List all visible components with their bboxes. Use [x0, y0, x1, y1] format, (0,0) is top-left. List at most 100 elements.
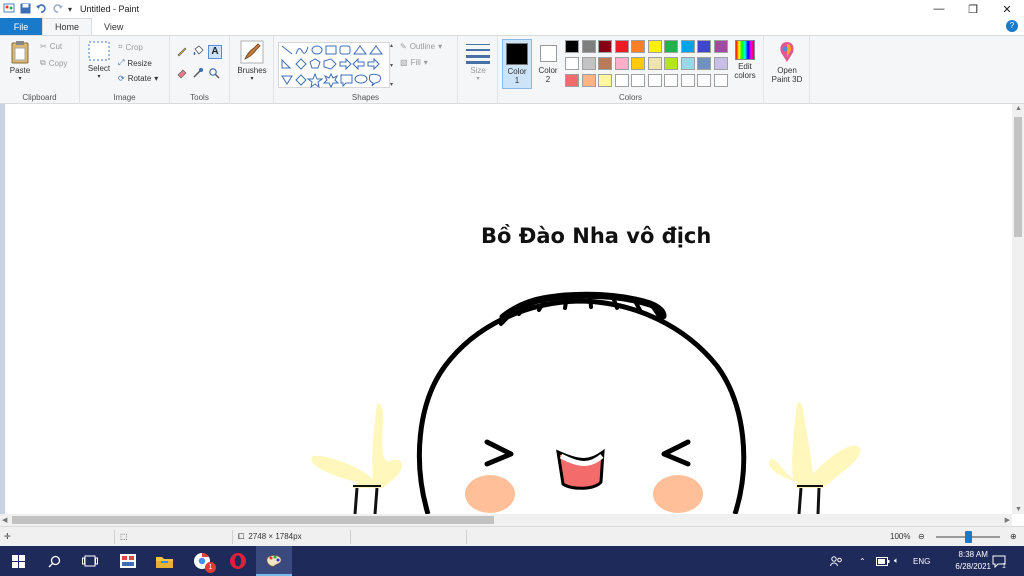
- show-hidden-icons-chevron-icon[interactable]: ⌃: [859, 546, 866, 576]
- palette-swatch[interactable]: [614, 40, 629, 53]
- brushes-button[interactable]: Brushes ▾: [234, 40, 270, 82]
- palette-swatch[interactable]: [565, 40, 579, 53]
- tab-file[interactable]: File: [0, 18, 42, 35]
- shapes-scroll-up-icon[interactable]: ▴: [390, 42, 398, 49]
- zoom-slider-thumb[interactable]: [965, 531, 972, 543]
- action-center-icon[interactable]: 1: [992, 546, 1010, 576]
- palette-swatch[interactable]: [581, 74, 596, 87]
- text-tool-icon[interactable]: A: [208, 45, 222, 59]
- scroll-down-arrow-icon[interactable]: ▼: [1015, 506, 1022, 513]
- volume-icon[interactable]: 🔈︎: [894, 546, 899, 576]
- palette-swatch[interactable]: [598, 57, 612, 70]
- palette-swatch[interactable]: [631, 40, 645, 53]
- save-icon[interactable]: [20, 3, 31, 16]
- shapes-scroll-down-icon[interactable]: ▾: [390, 62, 398, 69]
- zoom-level-label: 100%: [890, 532, 911, 541]
- redo-icon[interactable]: [52, 3, 63, 16]
- crop-icon: ⌗: [118, 42, 123, 51]
- brushes-group: Brushes ▾: [230, 36, 274, 104]
- palette-swatch[interactable]: [664, 74, 678, 87]
- snipping-tool-icon[interactable]: [110, 546, 146, 576]
- pencil-icon[interactable]: [176, 45, 192, 59]
- size-label: Size: [470, 66, 486, 75]
- paint-taskbar-icon[interactable]: [256, 546, 292, 576]
- palette-swatch[interactable]: [713, 74, 728, 87]
- palette-swatch[interactable]: [697, 74, 711, 87]
- crop-button[interactable]: ⌗ Crop: [118, 42, 143, 52]
- size-button[interactable]: Size ▾: [462, 42, 494, 82]
- tab-view[interactable]: View: [92, 18, 135, 35]
- ribbon-tabs: File Home View ?: [0, 18, 1024, 35]
- palette-swatch[interactable]: [680, 57, 695, 70]
- palette-swatch[interactable]: [631, 57, 645, 70]
- palette-swatch[interactable]: [565, 74, 579, 87]
- palette-swatch[interactable]: [713, 57, 728, 70]
- fill-bucket-icon[interactable]: [192, 45, 208, 59]
- color1-button[interactable]: Color 1: [502, 39, 532, 89]
- zoom-in-icon[interactable]: ⊕: [1010, 527, 1017, 546]
- palette-swatch[interactable]: [697, 40, 711, 53]
- palette-swatch[interactable]: [647, 57, 662, 70]
- palette-swatch[interactable]: [614, 74, 629, 87]
- close-button[interactable]: ✕: [990, 0, 1024, 18]
- rotate-button[interactable]: ⟳ Rotate ▾: [118, 74, 158, 83]
- battery-icon[interactable]: [876, 546, 890, 576]
- cut-button[interactable]: ✂ Cut: [40, 42, 62, 51]
- color2-swatch: [539, 45, 557, 62]
- horizontal-scrollbar[interactable]: ◀ ▶: [0, 514, 1012, 526]
- palette-swatch[interactable]: [631, 74, 645, 87]
- minimize-button[interactable]: —: [922, 0, 956, 18]
- palette-swatch[interactable]: [697, 57, 711, 70]
- help-icon[interactable]: ?: [1006, 20, 1018, 32]
- chrome-icon[interactable]: 1: [184, 546, 220, 576]
- people-icon[interactable]: [830, 546, 843, 576]
- vertical-scroll-thumb[interactable]: [1014, 117, 1022, 237]
- undo-icon[interactable]: [36, 3, 47, 16]
- scroll-up-arrow-icon[interactable]: ▲: [1015, 105, 1022, 112]
- palette-swatch[interactable]: [664, 57, 678, 70]
- file-explorer-icon[interactable]: [146, 546, 182, 576]
- opera-icon[interactable]: [220, 546, 256, 576]
- palette-swatch[interactable]: [647, 40, 662, 53]
- horizontal-scroll-thumb[interactable]: [12, 516, 494, 524]
- palette-swatch[interactable]: [680, 74, 695, 87]
- scroll-left-arrow-icon[interactable]: ◀: [2, 516, 7, 524]
- eraser-icon[interactable]: [176, 67, 192, 81]
- color-picker-icon[interactable]: [192, 67, 208, 81]
- shapes-more-icon[interactable]: ▾: [390, 81, 398, 88]
- customize-toolbar-icon[interactable]: ▾: [68, 5, 72, 14]
- shapes-gallery[interactable]: [278, 42, 390, 89]
- paste-button[interactable]: Paste ▾: [6, 40, 34, 82]
- tools-group-label: Tools: [190, 93, 209, 102]
- vertical-scrollbar[interactable]: ▲ ▼: [1012, 104, 1024, 514]
- palette-swatch[interactable]: [581, 57, 596, 70]
- fill-button[interactable]: ▧ Fill ▾: [400, 58, 428, 67]
- task-view-icon[interactable]: [72, 546, 108, 576]
- language-indicator[interactable]: ENG: [913, 546, 930, 576]
- edit-colors-button[interactable]: Edit colors: [730, 40, 760, 80]
- copy-button[interactable]: ⧉ Copy: [40, 58, 67, 68]
- zoom-out-icon[interactable]: ⊖: [918, 527, 925, 546]
- palette-swatch[interactable]: [713, 40, 728, 53]
- scroll-right-arrow-icon[interactable]: ▶: [1005, 516, 1010, 524]
- search-icon[interactable]: [36, 546, 72, 576]
- drawing-canvas[interactable]: Bồ Đào Nha vô địch: [5, 104, 1012, 514]
- palette-swatch[interactable]: [598, 74, 612, 87]
- tab-home[interactable]: Home: [42, 18, 93, 35]
- outline-button[interactable]: ✎ Outline ▾: [400, 42, 442, 51]
- palette-swatch[interactable]: [664, 40, 678, 53]
- resize-button[interactable]: ⤢ Resize: [118, 58, 152, 68]
- palette-swatch[interactable]: [680, 40, 695, 53]
- color2-button[interactable]: Color 2: [534, 39, 562, 89]
- palette-swatch[interactable]: [598, 40, 612, 53]
- palette-swatch[interactable]: [581, 40, 596, 53]
- select-button[interactable]: Select ▾: [85, 40, 113, 80]
- start-button[interactable]: [0, 546, 36, 576]
- palette-swatch[interactable]: [614, 57, 629, 70]
- palette-swatch[interactable]: [647, 74, 662, 87]
- magnifier-icon[interactable]: [208, 67, 224, 81]
- restore-button[interactable]: ❐: [956, 0, 990, 18]
- open-paint3d-button[interactable]: Open Paint 3D: [766, 40, 808, 84]
- clock[interactable]: 8:38 AM 6/28/2021: [955, 549, 991, 573]
- palette-swatch[interactable]: [565, 57, 579, 70]
